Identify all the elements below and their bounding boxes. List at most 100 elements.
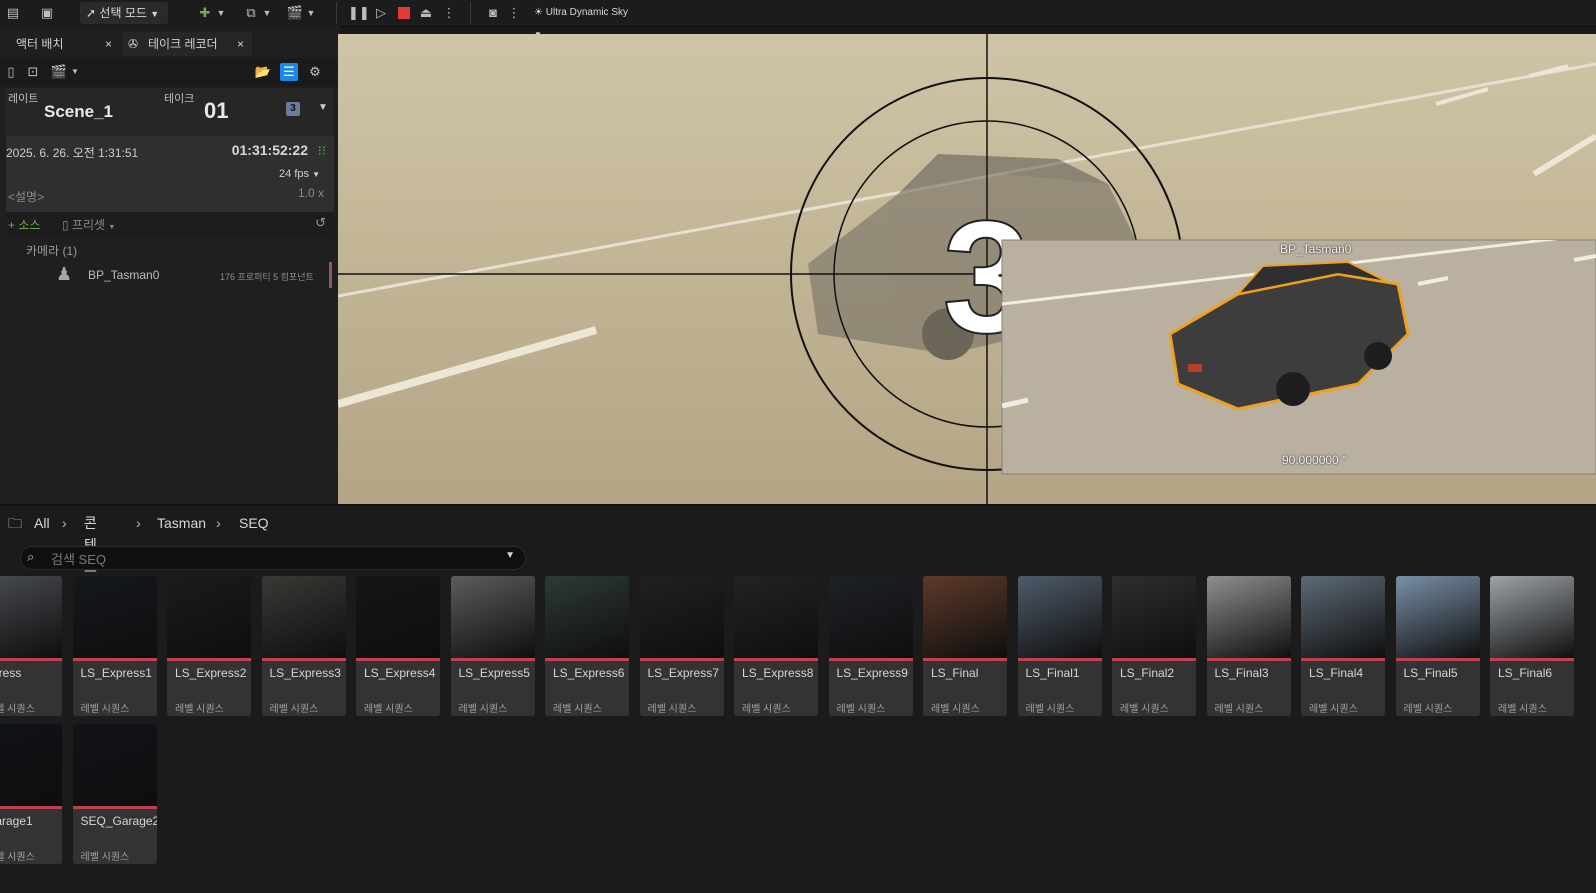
- tab-place-actors[interactable]: 액터 배치 ×: [0, 32, 120, 56]
- asset-thumbnail: [261, 576, 346, 658]
- select-mode-button[interactable]: ➚ 선택 모드 ▼: [80, 2, 168, 24]
- save-icon[interactable]: ▤: [4, 4, 22, 22]
- asset-type: 레벨 시퀀스: [1403, 704, 1453, 715]
- take-recorder-icon: ✇: [128, 37, 139, 51]
- breadcrumb-tasman[interactable]: Tasman: [157, 512, 206, 534]
- chevron-down-icon[interactable]: ▼: [66, 63, 84, 81]
- asset-type: 레벨 시퀀스: [458, 704, 508, 715]
- more-options-icon[interactable]: ⋮: [440, 4, 458, 22]
- asset-type: 레벨 시퀀스: [1309, 704, 1358, 715]
- timecode-source-icon[interactable]: ⁝⁝: [318, 143, 326, 159]
- asset-tile[interactable]: LS_Express1 레벨 시퀀스: [72, 576, 157, 716]
- chevron-down-icon[interactable]: ▼: [258, 4, 276, 22]
- asset-thumbnail: [450, 576, 535, 658]
- asset-type: 레벨 시퀀스: [269, 704, 319, 715]
- asset-tile[interactable]: LS_Express5 레벨 시퀀스: [450, 576, 535, 716]
- sources-toolbar: + 소스 ▯ 프리셋 ▼ ↺: [6, 212, 334, 236]
- source-row[interactable]: ♟ BP_Tasman0 176 프로퍼티 5 컴포넌트: [6, 262, 332, 288]
- take-field[interactable]: 01: [204, 98, 228, 124]
- tab-label: 액터 배치: [16, 37, 64, 51]
- description-field[interactable]: <설명>: [8, 188, 44, 205]
- asset-type-bar: [261, 658, 346, 661]
- asset-tile[interactable]: LS_Final2 레벨 시퀀스: [1112, 576, 1196, 716]
- asset-type-bar: [923, 658, 1007, 661]
- cursor-icon: ➚: [86, 6, 97, 20]
- new-take-icon[interactable]: ▯: [2, 63, 20, 81]
- asset-type: 레벨 시퀀스: [553, 704, 602, 715]
- folder-icon[interactable]: 📂: [254, 63, 272, 81]
- review-icon[interactable]: ⊡: [24, 63, 42, 81]
- chevron-down-icon: ▼: [150, 9, 160, 19]
- asset-tile[interactable]: LS_Final1 레벨 시퀀스: [1017, 576, 1102, 716]
- step-icon[interactable]: ▷: [372, 4, 390, 22]
- asset-tile[interactable]: LS_Express7 레벨 시퀀스: [639, 576, 724, 716]
- asset-tile[interactable]: LS_Final3 레벨 시퀀스: [1206, 576, 1291, 716]
- asset-type: 레벨 시퀀스: [931, 704, 980, 715]
- asset-tile[interactable]: SEQ_Garage2 레벨 시퀀스: [72, 724, 157, 864]
- asset-thumbnail: [167, 576, 251, 658]
- level-viewport[interactable]: 3 BP_Tasman0 90.000000 °: [338, 34, 1596, 504]
- asset-thumbnail: [639, 576, 724, 658]
- add-source-button[interactable]: + 소스: [8, 216, 40, 233]
- asset-tile[interactable]: LS_Final5 레벨 시퀀스: [1395, 576, 1480, 716]
- main-toolbar: ▤ ▣ ➚ 선택 모드 ▼ ✚ ▼ ⧉ ▼ 🎬 ▼ ❚❚ ▷ ⏏ ⋮ ◙ ⋮ ☀…: [0, 0, 1596, 39]
- asset-tile[interactable]: LS_Express9 레벨 시퀀스: [828, 576, 913, 716]
- search-input[interactable]: [49, 549, 493, 569]
- frame-rate-select[interactable]: 24 fps ▼: [279, 168, 320, 180]
- asset-type: 레벨 시퀀스: [80, 704, 130, 715]
- search-box: ⌕ ▼: [20, 546, 526, 570]
- tab-take-recorder[interactable]: ✇ 테이크 레코더 ×: [122, 32, 252, 56]
- presets-button[interactable]: ▯ 프리셋 ▼: [62, 216, 115, 233]
- asset-tile[interactable]: Garage1 레벨 시퀀스: [0, 724, 62, 864]
- asset-thumbnail: [1112, 576, 1196, 658]
- asset-tile[interactable]: LS_Final4 레벨 시퀀스: [1301, 576, 1385, 716]
- asset-tile[interactable]: LS_Final 레벨 시퀀스: [923, 576, 1007, 716]
- asset-tile[interactable]: LS_Express2 레벨 시퀀스: [167, 576, 251, 716]
- take-recorder-panel: 액터 배치 × ✇ 테이크 레코더 × ▯ ⊡ 🎬 ▼ 📂 ☰ ⚙ 레이트 Sc…: [0, 26, 340, 518]
- sources-list: 카메라 (1) ♟ BP_Tasman0 176 프로퍼티 5 컴포넌트: [6, 238, 334, 398]
- asset-tile[interactable]: LS_Final6 레벨 시퀀스: [1490, 576, 1574, 716]
- speed-field[interactable]: 1.0 x: [298, 186, 324, 200]
- camera-group-label[interactable]: 카메라 (1): [26, 242, 77, 259]
- folder-icon[interactable]: 🗀: [8, 512, 22, 534]
- asset-type: 레벨 시퀀스: [742, 704, 791, 715]
- list-view-icon[interactable]: ☰: [280, 63, 298, 81]
- pause-icon[interactable]: ❚❚: [348, 4, 370, 22]
- chevron-down-icon[interactable]: ▼: [302, 4, 320, 22]
- chevron-down-icon[interactable]: ▼: [505, 550, 515, 561]
- asset-tile[interactable]: LS_Express3 레벨 시퀀스: [261, 576, 346, 716]
- asset-thumbnail: [1017, 576, 1102, 658]
- asset-tile[interactable]: LS_Express6 레벨 시퀀스: [545, 576, 629, 716]
- asset-name: LS_Final: [931, 666, 979, 680]
- chevron-down-icon: ▼: [108, 224, 116, 231]
- search-icon: ⌕: [27, 549, 35, 564]
- settings-icon[interactable]: ⚙: [306, 63, 324, 81]
- chevron-down-icon[interactable]: ▼: [212, 4, 230, 22]
- close-icon[interactable]: ×: [105, 32, 112, 56]
- close-icon[interactable]: ×: [237, 32, 244, 56]
- asset-type: 레벨 시퀀스: [647, 704, 697, 715]
- content-browser-icon[interactable]: ▣: [38, 4, 56, 22]
- content-browser: 🗀 All › 콘텐츠 › Tasman › SEQ ⌕ ▼ xpress레벨 …: [0, 504, 1596, 893]
- asset-tile[interactable]: LS_Express4 레벨 시퀀스: [356, 576, 440, 716]
- stop-button[interactable]: [395, 4, 413, 22]
- chevron-down-icon[interactable]: ▼: [318, 102, 328, 113]
- sky-selector[interactable]: ☀ Ultra Dynamic Sky ▼: [528, 2, 636, 39]
- asset-name: LS_Express1: [80, 666, 152, 680]
- select-mode-label: 선택 모드: [99, 6, 147, 20]
- scene-field[interactable]: Scene_1: [44, 102, 113, 122]
- camera-icon[interactable]: ◙: [484, 4, 502, 22]
- divider: [470, 2, 471, 24]
- asset-type-bar: [72, 806, 157, 809]
- eject-icon[interactable]: ⏏: [417, 4, 435, 22]
- more-options-icon[interactable]: ⋮: [505, 4, 523, 22]
- revert-icon[interactable]: ↺: [315, 215, 326, 231]
- breadcrumb-seq[interactable]: SEQ: [239, 512, 269, 534]
- asset-type: 레벨 시퀀스: [836, 704, 886, 715]
- asset-type: 레벨 시퀀스: [364, 704, 413, 715]
- source-info: 176 프로퍼티 5 컴포넌트: [220, 272, 314, 282]
- asset-tile[interactable]: LS_Express8 레벨 시퀀스: [734, 576, 818, 716]
- breadcrumb-all[interactable]: All: [34, 512, 50, 534]
- sky-label: Ultra Dynamic Sky: [545, 7, 628, 18]
- asset-tile[interactable]: xpress 레벨 시퀀스: [0, 576, 62, 716]
